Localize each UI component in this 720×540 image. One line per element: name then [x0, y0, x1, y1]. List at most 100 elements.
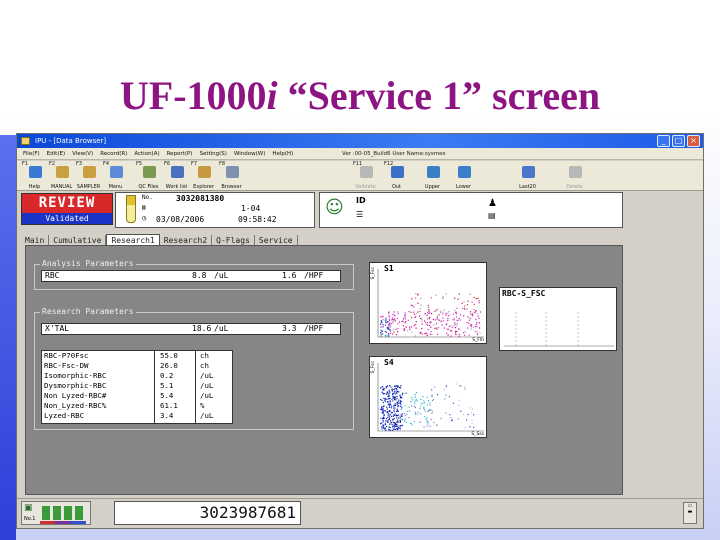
scatter-dot — [406, 410, 409, 413]
scatter-dot — [463, 413, 465, 416]
scatter-dot — [394, 428, 396, 430]
scatter-dot — [389, 325, 391, 327]
menu-item[interactable]: File(F) — [23, 148, 40, 160]
scatter-dot — [455, 331, 457, 334]
toolbar-button-out[interactable]: F12 Out — [383, 161, 410, 191]
scatter-dot — [411, 298, 413, 300]
scatter-dot — [382, 316, 384, 318]
param-value: 61.1 — [160, 401, 178, 410]
reagent-status[interactable]: ▣ No.1 — [21, 501, 91, 525]
scatter-dot — [402, 325, 404, 327]
maximize-button[interactable]: □ — [672, 135, 685, 147]
scatter-dot — [381, 426, 383, 428]
scatter-dot — [476, 326, 478, 328]
menu-item[interactable]: Action(A) — [134, 148, 159, 160]
scatter-dot — [393, 311, 395, 313]
window-titlebar[interactable]: IPU - [Data Browser] _ □ × — [17, 134, 703, 148]
scatter-dot — [414, 335, 416, 337]
scatter-dot — [409, 326, 411, 328]
scatter-dot — [469, 317, 471, 319]
menu-item[interactable]: Window(W) — [234, 148, 265, 160]
scatter-dot — [477, 297, 479, 299]
scatter-dot — [428, 318, 430, 320]
toolbar-button-qc-files[interactable]: F5 QC Files — [135, 161, 162, 191]
scatter-dot — [380, 335, 382, 337]
menu-item[interactable]: View(V) — [72, 148, 93, 160]
scatter-dot — [382, 417, 385, 419]
scatter-dot — [410, 422, 412, 424]
menu-item[interactable]: Edit(E) — [47, 148, 65, 160]
scatter-dot — [388, 428, 390, 430]
scattergram-s4[interactable]: S4 S_Fsc S_Sss — [369, 356, 487, 438]
menu-item[interactable]: Record(R) — [100, 148, 127, 160]
menu-item[interactable]: Report(P) — [167, 148, 193, 160]
scatter-dot — [445, 323, 447, 326]
scatter-dot — [473, 326, 475, 329]
scatter-dot — [389, 423, 391, 425]
scatter-dot — [410, 405, 413, 407]
scatter-dot — [399, 419, 401, 421]
patient-name-icon: ☰ — [356, 210, 364, 219]
scatter-dot — [392, 400, 394, 402]
scatter-dot — [468, 334, 470, 336]
toolbar-button-lower[interactable]: Lower — [450, 161, 477, 191]
scatter-dot — [389, 426, 391, 428]
toolbar-button-explorer[interactable]: F7 Explorer — [190, 161, 217, 191]
scatter-dot — [413, 324, 415, 327]
table-divider — [195, 351, 196, 423]
app-icon — [21, 137, 30, 145]
menu-item[interactable]: Help(H) — [272, 148, 293, 160]
scatter-dot — [467, 300, 469, 302]
function-key-label: F5 — [136, 161, 143, 167]
scatter-dot — [411, 397, 413, 399]
toolbar-button-menu[interactable]: F4 Menu — [102, 161, 129, 191]
scatter-dot — [453, 319, 456, 321]
scatter-dot — [384, 319, 386, 322]
scatter-dot — [393, 396, 395, 398]
scatter-dot — [394, 320, 397, 322]
scatter-dot — [441, 324, 443, 326]
toolbar-button-last20[interactable]: Last20 — [514, 161, 541, 191]
scatter-dot — [386, 411, 388, 413]
scatter-dot — [396, 392, 398, 394]
toolbar-button-validate[interactable]: F11 Validate — [352, 161, 379, 191]
scattergram-s1[interactable]: S1 S_Fsc S_Flh — [369, 262, 487, 344]
scatter-dot — [479, 327, 481, 329]
scatter-dot — [470, 313, 472, 315]
scatter-dot — [383, 410, 385, 412]
scatter-dot — [390, 407, 392, 409]
scatter-dot — [476, 331, 478, 333]
manual-icon — [56, 166, 69, 178]
toolbar-button-upper[interactable]: Upper — [419, 161, 446, 191]
scatter-dot — [460, 410, 462, 412]
toolbar-button-browser[interactable]: F8 Browser — [218, 161, 245, 191]
param-value-hpf: 3.3 — [282, 324, 297, 333]
scatter-dot — [419, 407, 421, 409]
scatter-dot — [388, 327, 390, 329]
scatter-dot — [469, 293, 471, 295]
status-indicator-icon[interactable]: ▭ ▬ — [683, 502, 697, 524]
scatter-dot — [436, 394, 439, 396]
scatter-dot — [411, 326, 413, 328]
scatter-dot — [394, 390, 396, 392]
scatter-dot — [437, 327, 440, 329]
menu-item[interactable]: Setting(S) — [199, 148, 226, 160]
scatter-dot — [387, 421, 389, 423]
scatter-dot — [399, 395, 401, 398]
scatter-dot — [426, 404, 428, 406]
scatter-dot — [417, 311, 419, 313]
scatter-dot — [471, 301, 473, 303]
close-button[interactable]: × — [687, 135, 700, 147]
scatter-dot — [456, 330, 458, 333]
scatter-dot — [415, 312, 418, 315]
lower-icon — [458, 166, 471, 178]
analysis-row-rbc: RBC 8.8 /uL 1.6 /HPF — [41, 270, 341, 282]
scatter-dot — [392, 397, 394, 400]
scatter-dot — [411, 424, 413, 426]
toolbar-button-delete[interactable]: Delete — [561, 161, 588, 191]
scatter-dot — [428, 306, 430, 308]
scatter-dot — [461, 302, 463, 304]
scatter-dot — [436, 424, 438, 426]
histogram-rbc-s-fsc[interactable]: RBC-S_FSC — [499, 287, 617, 351]
minimize-button[interactable]: _ — [657, 135, 670, 147]
